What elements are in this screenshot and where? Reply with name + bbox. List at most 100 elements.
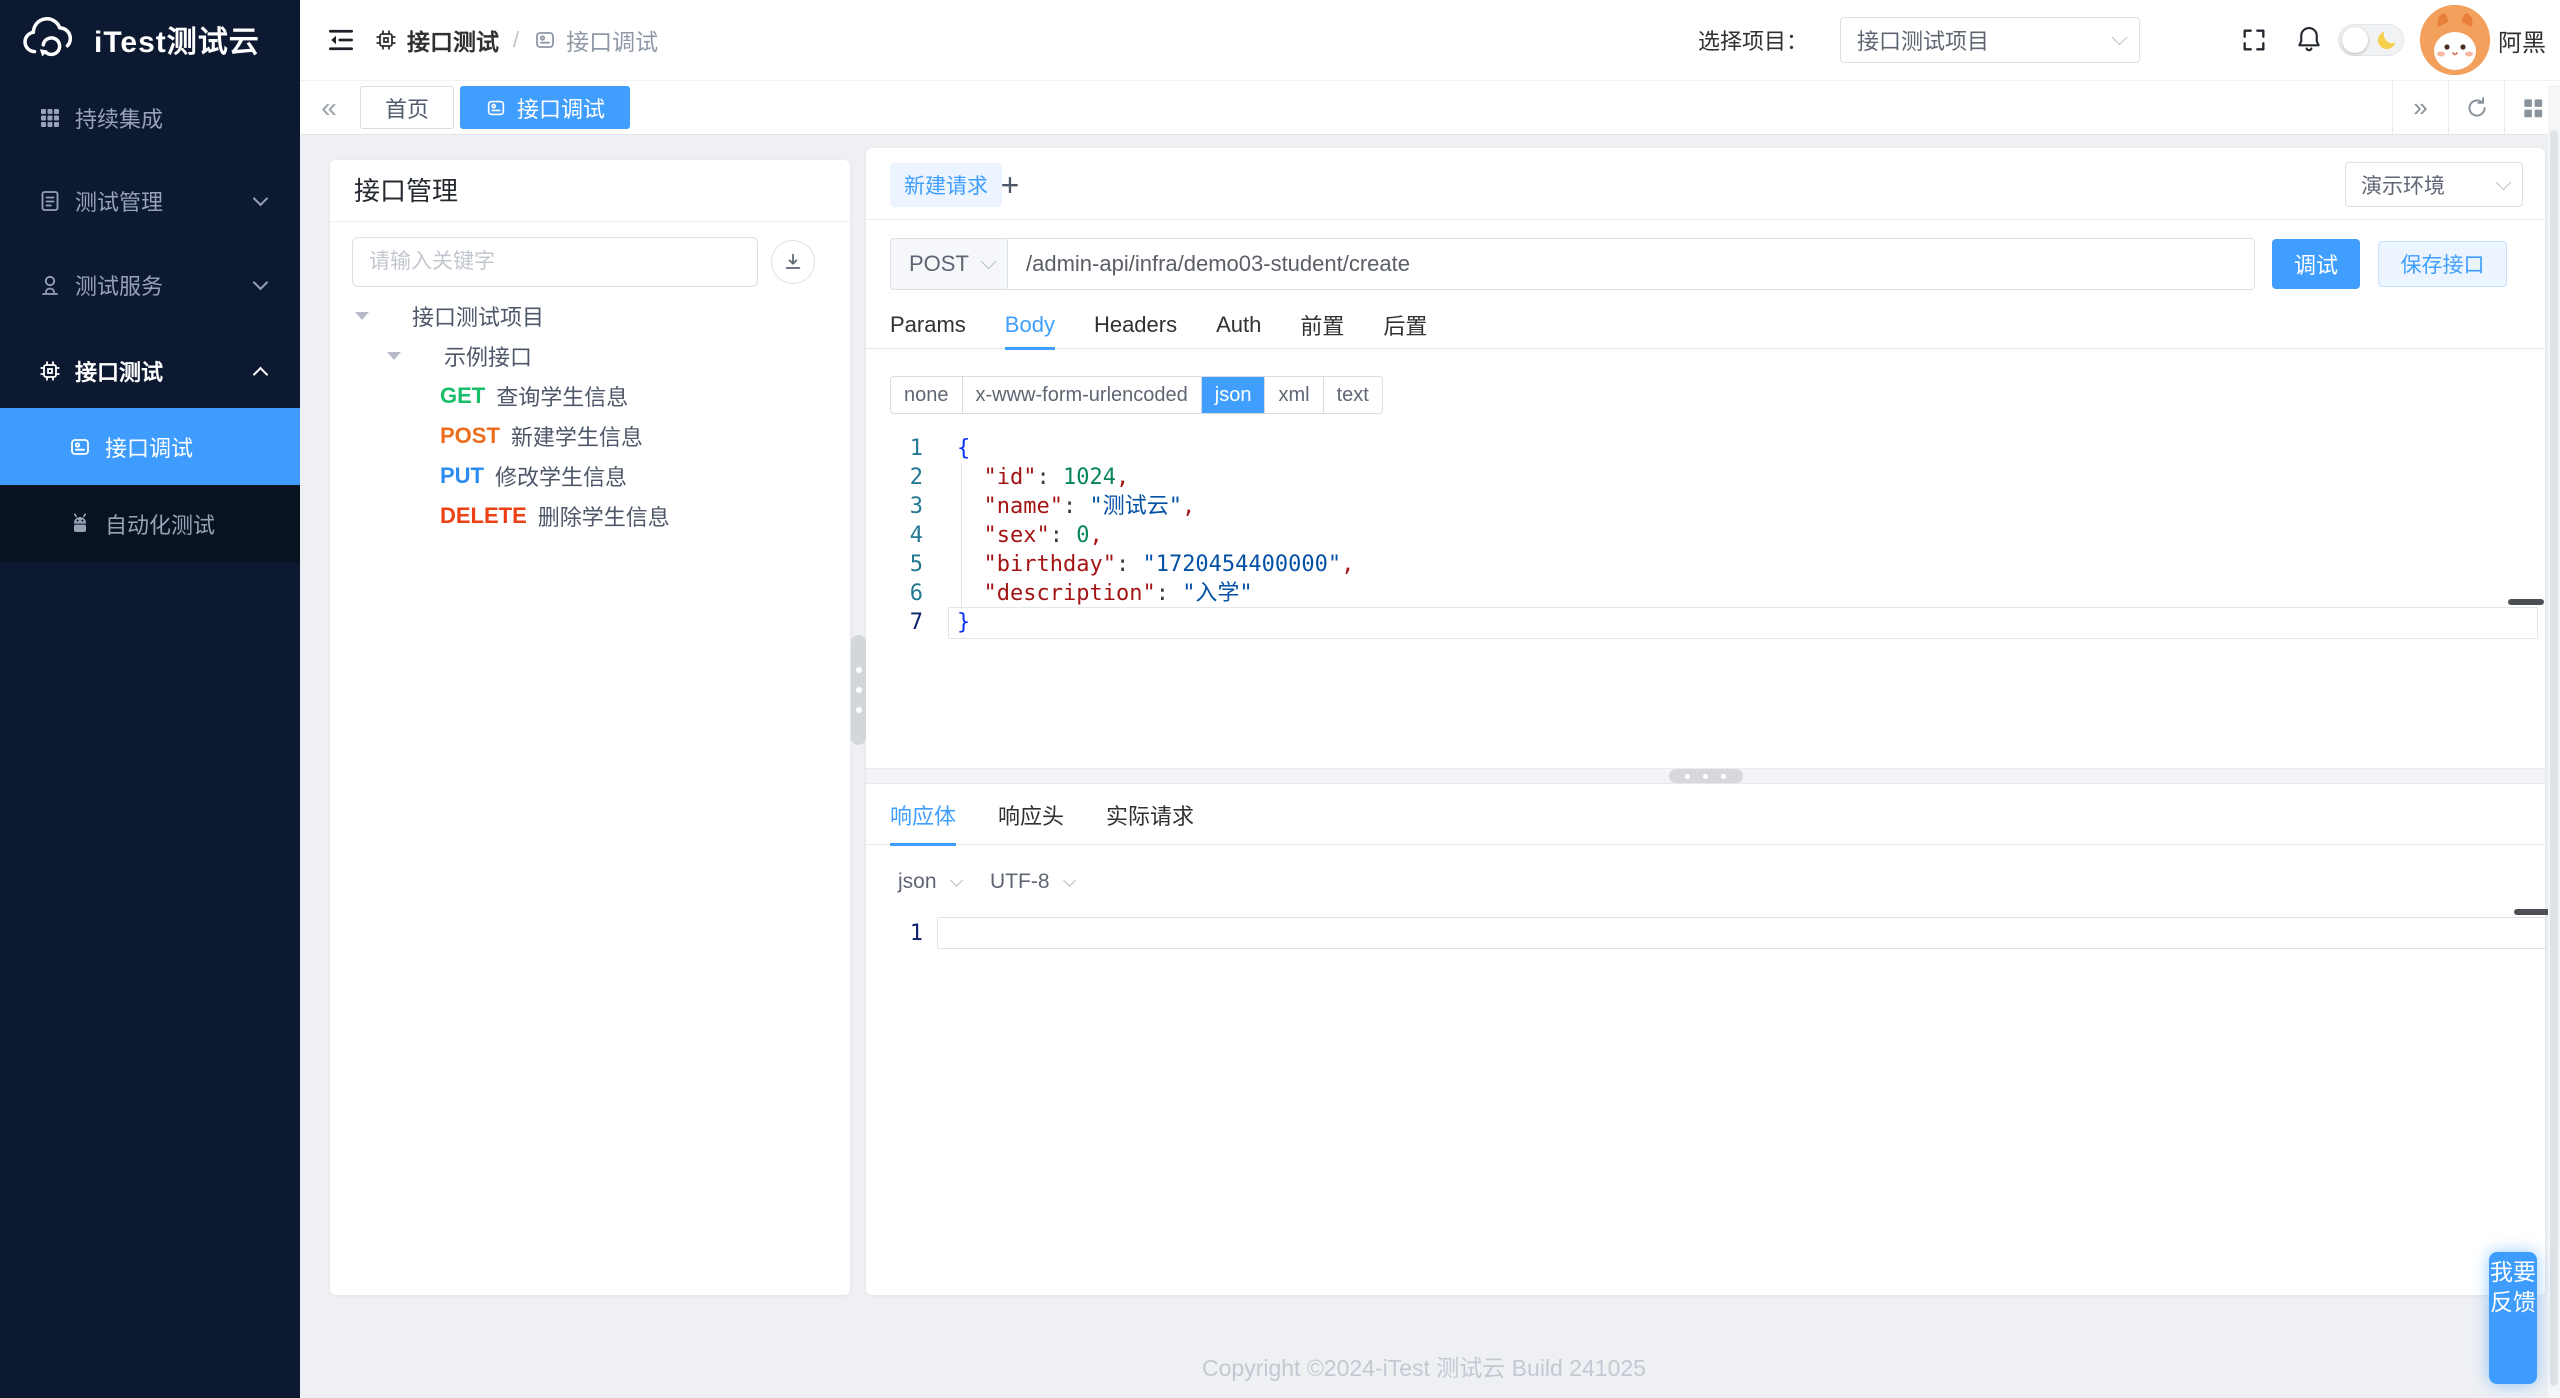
refresh-icon[interactable] (2448, 81, 2504, 134)
http-method-badge: PUT (440, 463, 484, 488)
notification-bell-icon[interactable] (2294, 24, 2324, 54)
sidebar-item-测试服务[interactable]: 测试服务 (0, 255, 300, 315)
line-number: 7 (909, 610, 923, 635)
response-charset-select[interactable]: UTF-8 (990, 854, 1076, 910)
breadcrumb-separator: / (513, 27, 520, 52)
sidebar-subitem-接口调试[interactable]: 接口调试 (0, 408, 300, 485)
grid-glyph-icon (2520, 95, 2546, 121)
username[interactable]: 阿黑 (2498, 0, 2546, 80)
response-tab-响应头[interactable]: 响应头 (998, 784, 1064, 845)
request-tab-Params[interactable]: Params (890, 300, 966, 349)
request-tab-后置[interactable]: 后置 (1383, 300, 1427, 349)
save-api-button[interactable]: 保存接口 (2378, 241, 2507, 287)
copyright-footer: Copyright ©2024-iTest 测试云 Build 241025 (1202, 1355, 1646, 1381)
code-content: "sex": 0, (957, 521, 1103, 550)
vertical-resize-handle[interactable] (851, 635, 866, 745)
token-n: 0 (1076, 523, 1090, 548)
theme-toggle[interactable] (2338, 24, 2404, 56)
debug-card-icon (533, 28, 557, 52)
token-p: : (1049, 523, 1077, 548)
breadcrumb-item[interactable]: 接口测试 (407, 23, 499, 57)
editor-scrollbar-thumb[interactable] (2508, 599, 2544, 605)
response-tab-实际请求[interactable]: 实际请求 (1106, 784, 1194, 845)
request-tab[interactable]: 新建请求 (890, 163, 1002, 207)
request-tab-Auth[interactable]: Auth (1216, 300, 1261, 349)
sidebar-item-测试管理[interactable]: 测试管理 (0, 171, 300, 231)
tree-node[interactable]: PUT 修改学生信息 (330, 456, 850, 496)
app-logo[interactable]: iTest测试云 (20, 12, 260, 66)
tree-node[interactable]: POST 新建学生信息 (330, 416, 850, 456)
request-tab-Body[interactable]: Body (1004, 300, 1056, 350)
search-input[interactable] (352, 237, 758, 287)
tree-node-label: 修改学生信息 (495, 465, 628, 490)
sidebar-item-持续集成[interactable]: 持续集成 (0, 88, 300, 148)
fullscreen-icon[interactable] (2240, 26, 2268, 54)
body-type-json[interactable]: json (1201, 377, 1266, 413)
token-p: : (1115, 552, 1143, 577)
add-request-tab-button[interactable]: + (990, 163, 1030, 207)
caret-down-icon[interactable] (355, 312, 369, 320)
code-line: 5 "birthday": "1720454400000", (866, 550, 2545, 579)
tree-node[interactable]: GET 查询学生信息 (330, 376, 850, 416)
api-manager-panel: 接口管理 接口测试项目示例接口 GET 查询学生信息 POST 新建学生信息 PUT 修改学… (330, 160, 850, 1295)
response-tabs: 响应体 响应头 实际请求 (866, 784, 2545, 846)
token-p: : (1036, 465, 1063, 490)
page-scrollbar[interactable] (2548, 85, 2560, 1398)
http-method-select[interactable]: POST (890, 238, 1008, 290)
chevron-down-icon (949, 873, 963, 887)
tree-node-label: 接口测试项目 (412, 305, 545, 330)
tree-node[interactable]: DELETE 删除学生信息 (330, 496, 850, 536)
response-format-select[interactable]: json (898, 854, 963, 910)
project-select[interactable]: 接口测试项目 (1840, 17, 2140, 63)
line-number: 5 (909, 552, 923, 577)
debug-card-icon (68, 435, 92, 459)
tree-node[interactable]: 示例接口 (330, 336, 850, 376)
tabbar-actions: » (2392, 81, 2560, 134)
cloud-logo-icon (20, 12, 82, 66)
chevron-down-icon (1062, 873, 1076, 887)
tabs-scroll-left-icon[interactable]: « (300, 81, 358, 134)
request-tab-Headers[interactable]: Headers (1094, 300, 1177, 349)
code-line: 7} (866, 608, 2545, 637)
code-line: 1{ (866, 434, 2545, 463)
json-body-editor[interactable]: 1{2 "id": 1024, 3 "name": "测试云", 4 "sex": … (866, 434, 2545, 637)
caret-down-icon[interactable] (387, 352, 401, 360)
response-scrollbar-thumb[interactable] (2514, 909, 2550, 915)
request-tab-前置[interactable]: 前置 (1300, 300, 1344, 349)
token-s: "1720454400000" (1142, 552, 1342, 577)
code-line: 2 "id": 1024, (866, 463, 2545, 492)
import-download-button[interactable] (771, 240, 815, 284)
user-avatar[interactable] (2420, 5, 2490, 75)
page-scrollbar-thumb[interactable] (2550, 130, 2558, 1386)
token-k: "id" (983, 465, 1037, 490)
request-url-input[interactable] (1007, 238, 2255, 290)
page-tab-首页[interactable]: 首页 (360, 86, 455, 129)
response-body-editor[interactable]: 1 (866, 919, 940, 948)
debug-button[interactable]: 调试 (2272, 239, 2360, 289)
token-n: 1024 (1062, 465, 1116, 490)
sidebar-subitem-自动化测试[interactable]: 自动化测试 (0, 485, 300, 562)
token-c: , (1115, 465, 1130, 490)
token-b: { (957, 436, 971, 461)
code-content: { (957, 434, 970, 463)
feedback-button[interactable]: 我要反馈 (2489, 1252, 2537, 1384)
token-c: , (1181, 494, 1196, 519)
api-tree: 接口测试项目示例接口 GET 查询学生信息 POST 新建学生信息 PUT 修改学生信息 DE… (330, 296, 850, 536)
body-type-text[interactable]: text (1324, 377, 1382, 413)
body-type-none[interactable]: none (891, 377, 963, 413)
app-window: iTest测试云 持续集成 测试管理 测试服务 接口测试 接口调试 自动化测试 接口测试… (0, 0, 2560, 1398)
sidebar-item-接口测试[interactable]: 接口测试 (0, 341, 300, 401)
collapse-sidebar-icon[interactable] (326, 25, 356, 55)
debug-card-icon (485, 97, 507, 119)
body-type-x-www-form-urlencoded[interactable]: x-www-form-urlencoded (963, 377, 1202, 413)
environment-select[interactable]: 演示环境 (2345, 162, 2523, 207)
page-tabs: 首页 接口调试 (360, 81, 631, 134)
tabs-scroll-right-icon[interactable]: » (2392, 81, 2448, 134)
project-select-label: 选择项目： (1698, 29, 1809, 54)
body-type-xml[interactable]: xml (1265, 377, 1324, 413)
sidebar-item-label: 接口测试 (75, 360, 164, 385)
horizontal-resize-handle[interactable] (866, 768, 2545, 784)
page-tab-接口调试[interactable]: 接口调试 (460, 86, 631, 129)
tree-node[interactable]: 接口测试项目 (330, 296, 850, 336)
response-tab-响应体[interactable]: 响应体 (890, 784, 957, 846)
